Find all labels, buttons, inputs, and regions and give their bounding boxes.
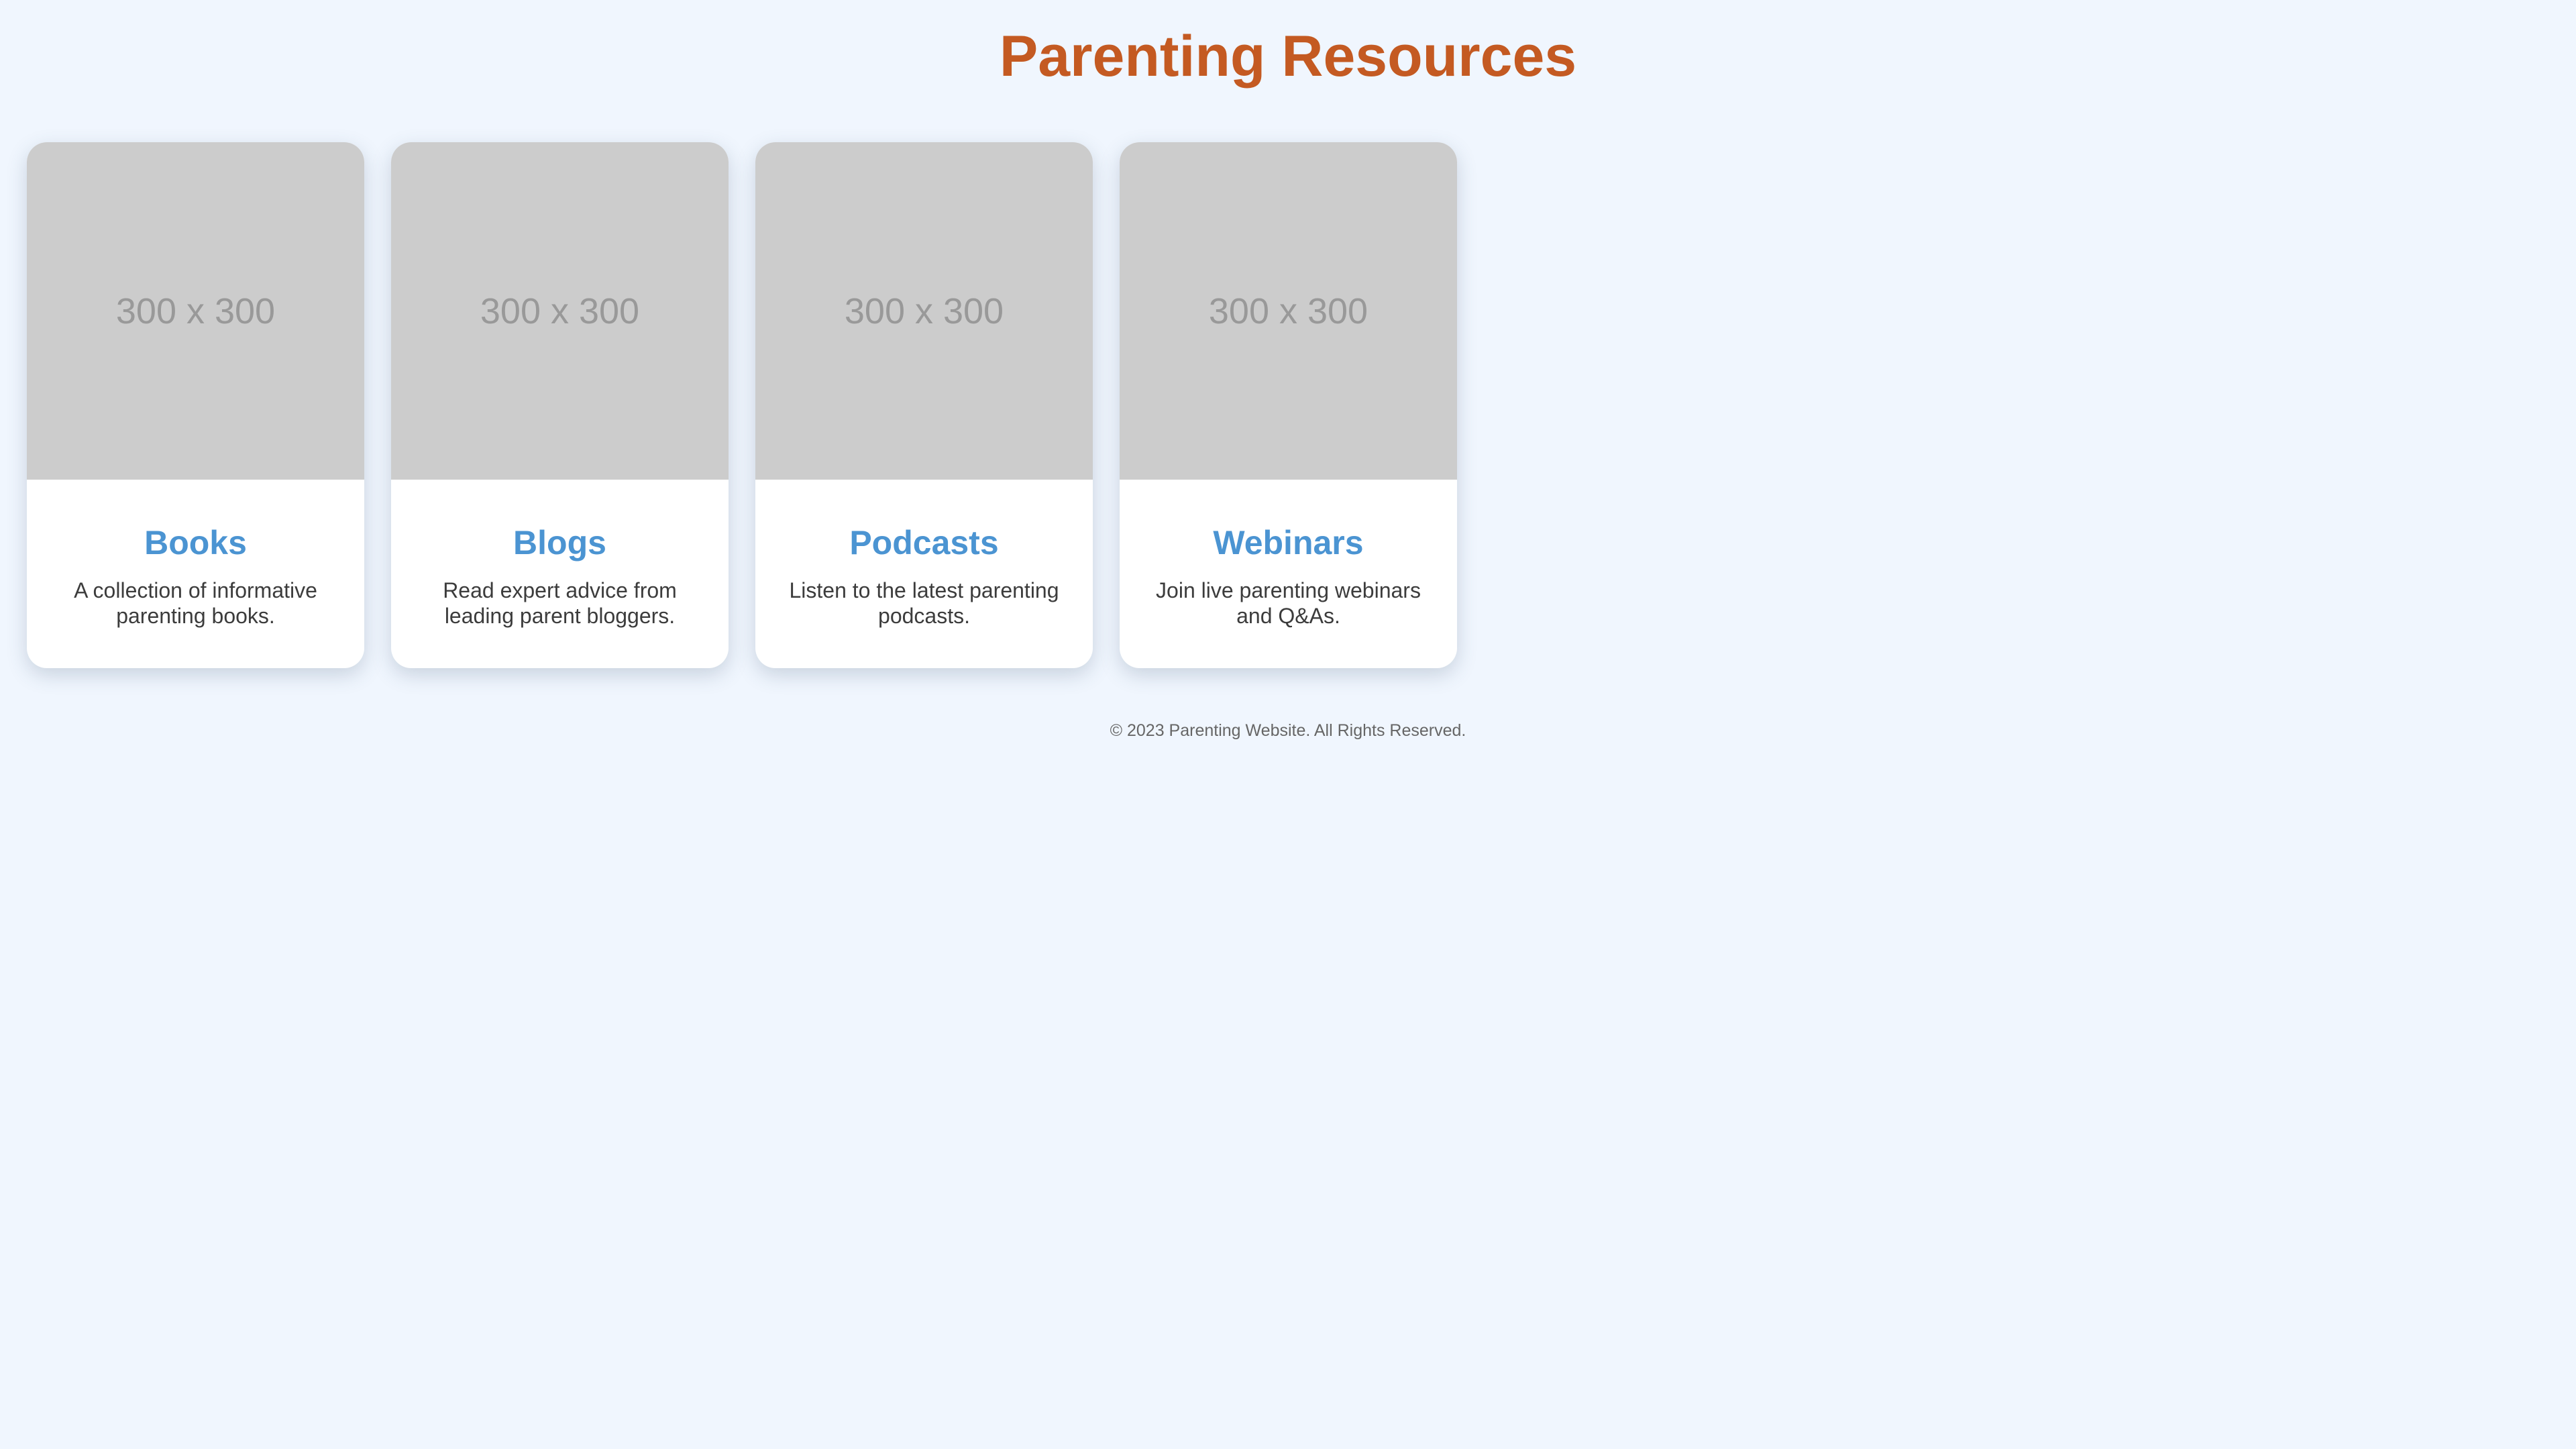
card-image-placeholder: 300 x 300 bbox=[27, 142, 364, 480]
card-title[interactable]: Blogs bbox=[423, 523, 696, 563]
card-body: Webinars Join live parenting webinars an… bbox=[1120, 480, 1457, 668]
card-blogs[interactable]: 300 x 300 Blogs Read expert advice from … bbox=[391, 142, 729, 668]
image-placeholder-label: 300 x 300 bbox=[115, 290, 276, 331]
card-image-placeholder: 300 x 300 bbox=[755, 142, 1093, 480]
card-description: A collection of informative parenting bo… bbox=[74, 578, 317, 628]
card-podcasts[interactable]: 300 x 300 Podcasts Listen to the latest … bbox=[755, 142, 1093, 668]
image-placeholder-label: 300 x 300 bbox=[480, 290, 640, 331]
card-description: Listen to the latest parenting podcasts. bbox=[789, 578, 1059, 628]
card-image-placeholder: 300 x 300 bbox=[1120, 142, 1457, 480]
image-placeholder-label: 300 x 300 bbox=[1208, 290, 1368, 331]
resource-cards: 300 x 300 Books A collection of informat… bbox=[27, 142, 1457, 668]
footer-copyright: © 2023 Parenting Website. All Rights Res… bbox=[1110, 721, 1466, 740]
page-title: Parenting Resources bbox=[999, 24, 1577, 89]
card-title[interactable]: Books bbox=[59, 523, 332, 563]
card-body: Books A collection of informative parent… bbox=[27, 480, 364, 668]
card-description: Join live parenting webinars and Q&As. bbox=[1156, 578, 1421, 628]
card-body: Blogs Read expert advice from leading pa… bbox=[391, 480, 729, 668]
card-title[interactable]: Webinars bbox=[1152, 523, 1425, 563]
card-image-placeholder: 300 x 300 bbox=[391, 142, 729, 480]
card-webinars[interactable]: 300 x 300 Webinars Join live parenting w… bbox=[1120, 142, 1457, 668]
card-description: Read expert advice from leading parent b… bbox=[443, 578, 677, 628]
card-title[interactable]: Podcasts bbox=[788, 523, 1061, 563]
image-placeholder-label: 300 x 300 bbox=[844, 290, 1004, 331]
card-body: Podcasts Listen to the latest parenting … bbox=[755, 480, 1093, 668]
card-books[interactable]: 300 x 300 Books A collection of informat… bbox=[27, 142, 364, 668]
